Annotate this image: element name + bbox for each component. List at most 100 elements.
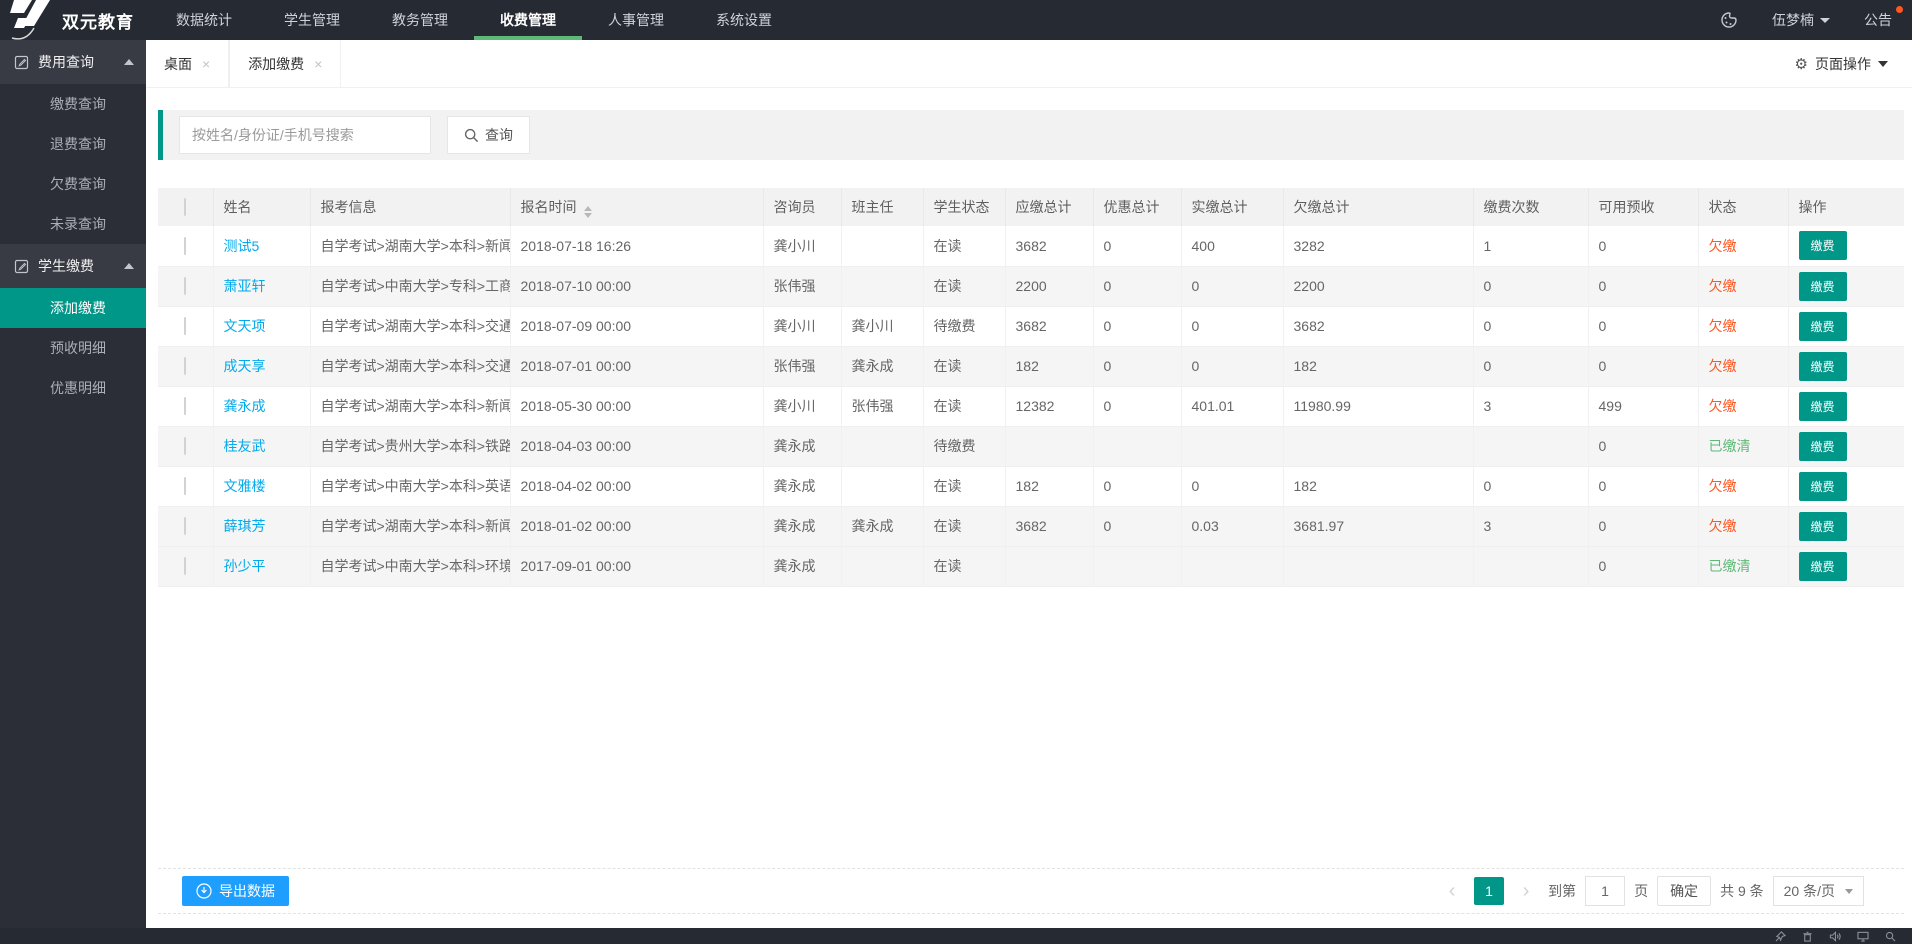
consultant-cell: 龚小川: [763, 226, 841, 266]
chevron-down-icon: [1878, 61, 1888, 67]
state-badge: 欠缴: [1709, 358, 1737, 374]
student-name-link[interactable]: 孙少平: [224, 558, 266, 574]
pay-count-cell: 0: [1473, 266, 1588, 306]
nav-item-3[interactable]: 收费管理: [474, 0, 582, 40]
row-checkbox[interactable]: [184, 397, 186, 415]
row-checkbox[interactable]: [184, 277, 186, 295]
head-teacher-cell: [841, 466, 923, 506]
row-checkbox[interactable]: [184, 437, 186, 455]
user-menu[interactable]: 伍梦楠: [1772, 10, 1830, 30]
row-checkbox[interactable]: [184, 557, 186, 575]
select-all-checkbox[interactable]: [184, 198, 186, 216]
monitor-icon[interactable]: [1857, 931, 1869, 942]
pay-button[interactable]: 缴费: [1799, 392, 1847, 421]
close-icon[interactable]: ×: [314, 56, 322, 72]
sidebar-item-0-1[interactable]: 退费查询: [0, 124, 146, 164]
confirm-page-button[interactable]: 确定: [1657, 876, 1711, 906]
close-icon[interactable]: ×: [202, 56, 210, 72]
apply-info-cell: 自学考试>中南大学>本科>环境...: [310, 546, 510, 586]
theme-palette-icon[interactable]: [1720, 11, 1738, 29]
prev-page-button[interactable]: ‹: [1439, 877, 1465, 905]
table-row: 龚永成自学考试>湖南大学>本科>新闻学2018-05-30 00:00龚小川张伟…: [158, 386, 1904, 426]
state-cell: 已缴清: [1698, 546, 1788, 586]
row-checkbox-cell: [158, 466, 213, 506]
student-name-cell: 桂友武: [213, 426, 310, 466]
pay-button[interactable]: 缴费: [1799, 552, 1847, 581]
row-checkbox[interactable]: [184, 477, 186, 495]
row-checkbox-cell: [158, 306, 213, 346]
sidebar-item-0-3[interactable]: 未录查询: [0, 204, 146, 244]
row-checkbox[interactable]: [184, 517, 186, 535]
apply-info-cell: 自学考试>湖南大学>本科>交通...: [310, 306, 510, 346]
student-name-link[interactable]: 萧亚轩: [224, 278, 266, 294]
student-name-link[interactable]: 龚永成: [224, 398, 266, 414]
tab-1[interactable]: 添加缴费×: [229, 40, 341, 87]
paid-total-cell: 401.01: [1181, 386, 1283, 426]
head-teacher-cell: [841, 266, 923, 306]
search-button[interactable]: 查询: [447, 116, 530, 154]
pay-button[interactable]: 缴费: [1799, 472, 1847, 501]
pay-button[interactable]: 缴费: [1799, 231, 1847, 260]
nav-item-0[interactable]: 数据统计: [150, 0, 258, 40]
apply-time-cell: 2018-07-10 00:00: [510, 266, 763, 306]
column-label: 应缴总计: [1016, 199, 1072, 215]
student-name-link[interactable]: 桂友武: [224, 438, 266, 454]
tabs-container: 桌面×添加缴费×: [146, 40, 341, 87]
row-checkbox-cell: [158, 506, 213, 546]
row-checkbox[interactable]: [184, 357, 186, 375]
sidebar-section-0[interactable]: 费用查询: [0, 40, 146, 84]
magnifier-icon[interactable]: [1885, 931, 1896, 942]
tab-label: 桌面: [164, 54, 192, 74]
paid-total-cell: 0: [1181, 266, 1283, 306]
main-content: 桌面×添加缴费× ⚙ 页面操作 查询 姓名报考信息报名时间咨询员班主任学生状态应…: [146, 40, 1912, 944]
pay-button[interactable]: 缴费: [1799, 432, 1847, 461]
export-data-button[interactable]: 导出数据: [182, 876, 289, 906]
student-name-link[interactable]: 文雅楼: [224, 478, 266, 494]
sidebar-item-0-2[interactable]: 欠费查询: [0, 164, 146, 204]
nav-item-1[interactable]: 学生管理: [258, 0, 366, 40]
pay-button[interactable]: 缴费: [1799, 272, 1847, 301]
nav-item-5[interactable]: 系统设置: [690, 0, 798, 40]
notice-link[interactable]: 公告: [1864, 10, 1898, 30]
pay-button[interactable]: 缴费: [1799, 312, 1847, 341]
student-name-link[interactable]: 文天项: [224, 318, 266, 334]
trash-icon[interactable]: [1802, 931, 1813, 942]
sidebar-item-1-0[interactable]: 添加缴费: [0, 288, 146, 328]
action-cell: 缴费: [1788, 506, 1904, 546]
student-status-cell: 在读: [923, 266, 1005, 306]
apply-info-cell: 自学考试>湖南大学>本科>新闻学: [310, 386, 510, 426]
sidebar-item-1-2[interactable]: 优惠明细: [0, 368, 146, 408]
sort-toggle-icon[interactable]: [584, 206, 592, 218]
search-input[interactable]: [179, 116, 431, 154]
sidebar-item-0-0[interactable]: 缴费查询: [0, 84, 146, 124]
next-page-button[interactable]: ›: [1513, 877, 1539, 905]
sidebar-section-1[interactable]: 学生缴费: [0, 244, 146, 288]
pay-button[interactable]: 缴费: [1799, 352, 1847, 381]
page-size-select[interactable]: 20 条/页: [1773, 876, 1864, 906]
prepaid-available-cell: 0: [1588, 466, 1698, 506]
jump-prefix-label: 到第: [1548, 881, 1576, 901]
tab-0[interactable]: 桌面 ×: [146, 40, 229, 87]
pin-icon[interactable]: [1775, 931, 1786, 942]
row-checkbox[interactable]: [184, 237, 186, 255]
row-checkbox[interactable]: [184, 317, 186, 335]
apply-time-cell: 2018-05-30 00:00: [510, 386, 763, 426]
speaker-icon[interactable]: [1829, 931, 1841, 942]
page-actions-dropdown[interactable]: ⚙ 页面操作: [1795, 40, 1912, 87]
column-header-1: 姓名: [213, 188, 310, 226]
student-name-link[interactable]: 成天享: [224, 358, 266, 374]
student-name-link[interactable]: 薛琪芳: [224, 518, 266, 534]
state-badge: 欠缴: [1709, 478, 1737, 494]
nav-item-2[interactable]: 教务管理: [366, 0, 474, 40]
jump-page-input[interactable]: [1585, 876, 1625, 906]
student-status-cell: 在读: [923, 466, 1005, 506]
discount-total-cell: 0: [1093, 386, 1181, 426]
pay-button[interactable]: 缴费: [1799, 512, 1847, 541]
current-page-button[interactable]: 1: [1474, 877, 1504, 905]
sidebar-item-1-1[interactable]: 预收明细: [0, 328, 146, 368]
column-header-9: 实缴总计: [1181, 188, 1283, 226]
state-cell: 欠缴: [1698, 226, 1788, 266]
apply-time-cell: 2018-07-09 00:00: [510, 306, 763, 346]
nav-item-4[interactable]: 人事管理: [582, 0, 690, 40]
student-name-link[interactable]: 测试5: [224, 238, 260, 254]
